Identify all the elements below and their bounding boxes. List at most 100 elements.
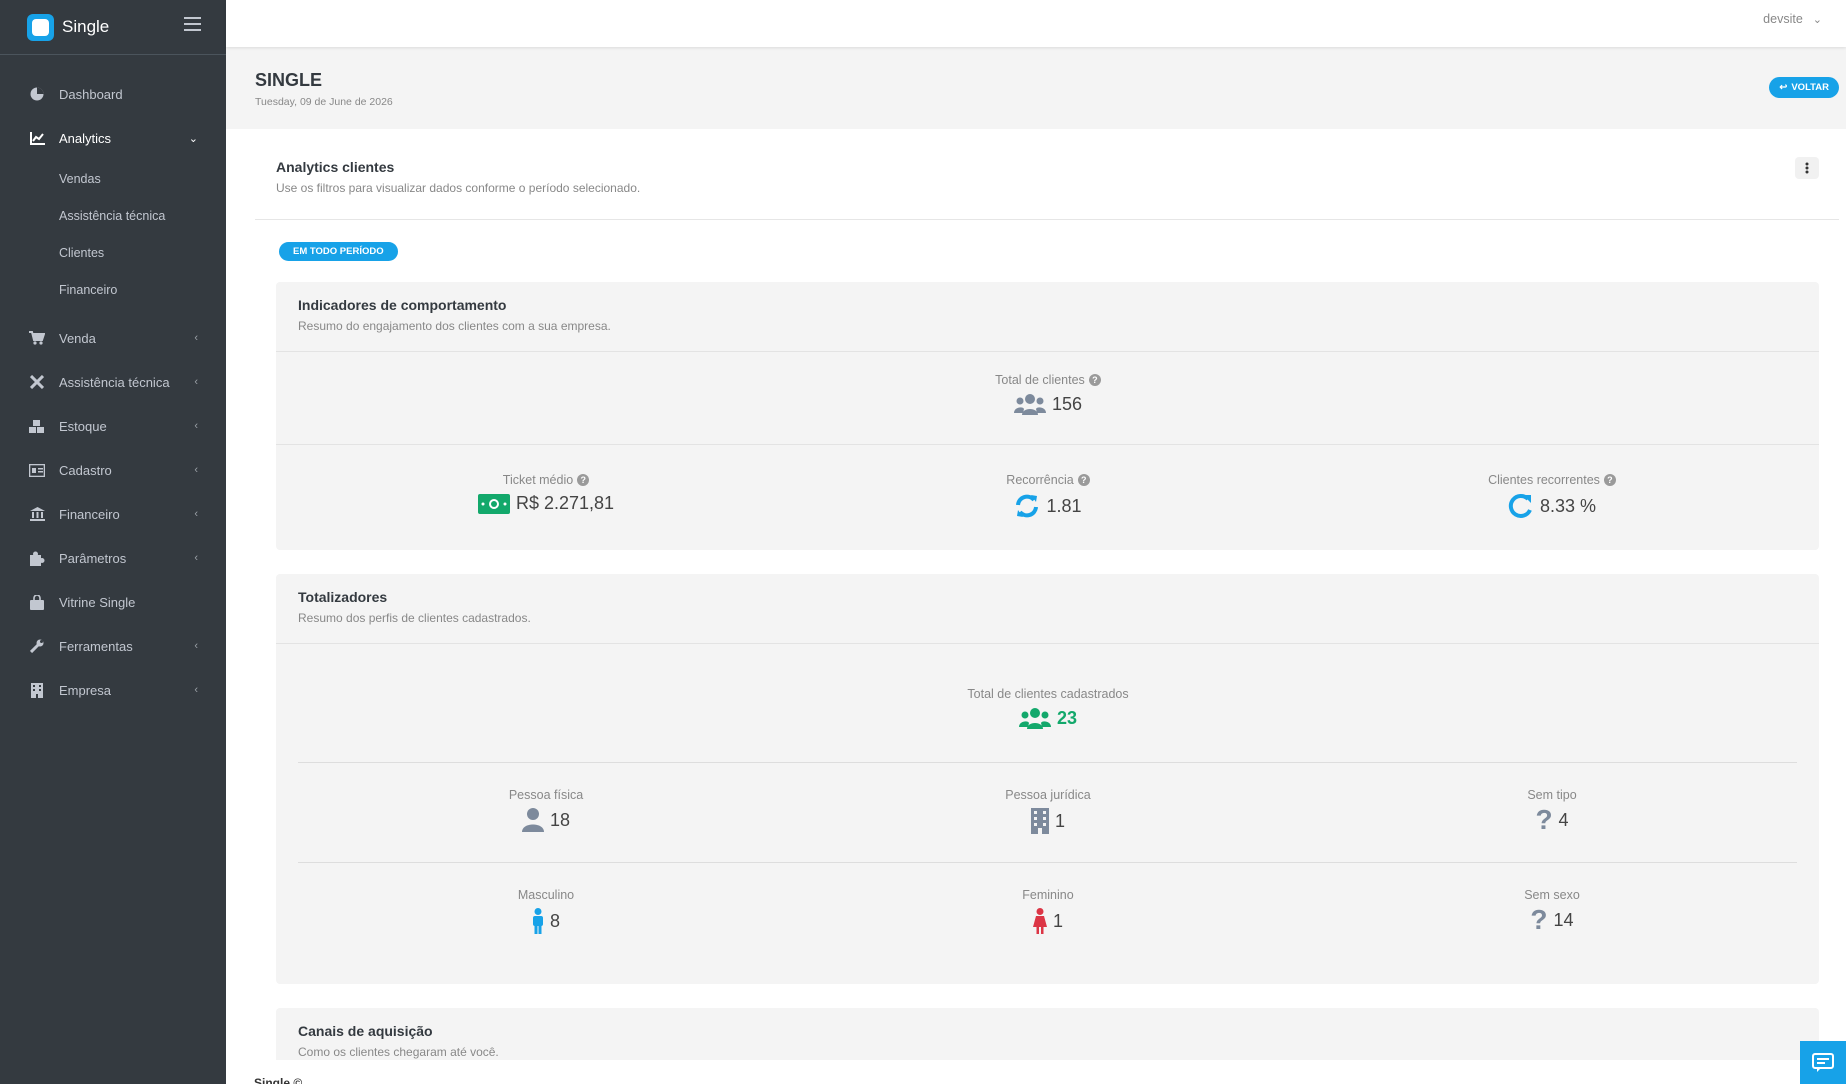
sync-icon [1016,494,1039,518]
sidebar-item-label: Ferramentas [59,638,133,654]
topbar: devsite ⌄ [226,0,1846,47]
user-icon [521,808,544,832]
question-icon: ? [1535,804,1553,835]
back-button[interactable]: ↩ VOLTAR [1769,77,1839,98]
stat-total-clientes: Total de clientes? 156 [868,373,1228,415]
stat-value: 23 [1056,707,1078,728]
return-arrow-icon: ↩ [1779,82,1788,93]
stat-value: 156 [1051,393,1083,414]
sidebar-item-empresa[interactable]: Empresa ‹ [0,668,226,712]
divider [276,643,1819,644]
sidebar-item-venda[interactable]: Venda ‹ [0,316,226,360]
divider [255,219,1839,220]
question-icon: ? [1530,904,1548,935]
chevron-down-icon: ⌄ [1812,13,1822,26]
sidebar-item-estoque[interactable]: Estoque ‹ [0,404,226,448]
divider [276,444,1819,445]
stat-label: Feminino [1022,888,1074,902]
female-icon [1032,908,1047,934]
boxes-icon [29,418,45,434]
sidebar-item-ferramentas[interactable]: Ferramentas ‹ [0,624,226,668]
analytics-card: Analytics clientes Use os filtros para v… [226,129,1846,1060]
section-subtitle: Como os clientes chegaram até você. [298,1045,499,1059]
sidebar-item-parametros[interactable]: Parâmetros ‹ [0,536,226,580]
back-button-label: VOLTAR [1791,82,1829,93]
channels-section: Canais de aquisição Como os clientes che… [276,1008,1819,1060]
hamburger-menu-icon[interactable] [184,17,201,31]
sidebar-item-financeiro[interactable]: Financeiro ‹ [0,492,226,536]
users-icon [1013,394,1046,415]
money-bill-icon [477,493,510,514]
divider [276,351,1819,352]
stat-label: Sem sexo [1524,888,1580,902]
user-menu[interactable]: devsite ⌄ [1763,12,1822,26]
male-icon [532,908,543,934]
help-icon[interactable]: ? [1603,474,1616,486]
sidebar-item-label: Analytics [59,130,112,146]
chevron-left-icon: ‹ [194,332,198,344]
stat-value: R$ 2.271,81 [515,493,615,513]
more-options-button[interactable] [1795,157,1819,179]
stat-masculino: Masculino 8 [366,888,726,934]
divider [298,762,1797,763]
stat-clientes-recorrentes: Clientes recorrentes? 8.33 % [1372,473,1732,519]
period-badge[interactable]: EM TODO PERÍODO [279,242,398,261]
sidebar-item-vitrine[interactable]: Vitrine Single [0,580,226,624]
help-icon[interactable]: ? [577,474,590,486]
stat-sem-sexo: Sem sexo ? 14 [1372,888,1732,935]
stat-sem-tipo: Sem tipo ? 4 [1372,788,1732,835]
sidebar-item-label: Cadastro [59,462,112,478]
chevron-left-icon: ‹ [194,420,198,432]
sidebar-subitem-financeiro[interactable]: Financeiro [0,271,226,308]
page-date: Tuesday, 09 de June de 2026 [255,96,393,108]
footer-text: Single © [254,1076,303,1084]
help-icon[interactable]: ? [1088,374,1101,386]
stat-ticket-medio: Ticket médio? R$ 2.271,81 [366,473,726,514]
stat-label: Masculino [517,888,575,902]
behavior-section: Indicadores de comportamento Resumo do e… [276,282,1819,550]
bank-icon [29,506,45,522]
chevron-left-icon: ‹ [194,552,198,564]
card-title: Analytics clientes [276,159,395,175]
building-icon [29,682,45,698]
stat-label: Pessoa física [508,788,584,802]
sidebar-item-label: Parâmetros [59,550,127,566]
section-subtitle: Resumo dos perfis de clientes cadastrado… [298,611,531,625]
cart-icon [29,330,45,346]
stat-value: 18 [549,809,571,830]
stat-recorrencia: Recorrência? 1.81 [868,473,1228,519]
page-title: SINGLE [255,70,323,90]
chat-button[interactable] [1800,1041,1846,1084]
chevron-left-icon: ‹ [194,464,198,476]
stat-value: 4 [1558,809,1569,830]
stat-value: 1 [1054,810,1065,831]
sidebar-item-dashboard[interactable]: Dashboard [0,72,226,116]
sidebar-subitem-vendas[interactable]: Vendas [0,160,226,197]
card-subtitle: Use os filtros para visualizar dados con… [276,181,641,195]
divider [298,862,1797,863]
chat-icon [1812,1052,1834,1072]
sidebar-item-label: Empresa [59,682,112,698]
sidebar-item-label: Assistência técnica [59,374,170,390]
sidebar-item-label: Estoque [59,418,107,434]
sidebar-item-analytics[interactable]: Analytics ⌄ [0,116,226,160]
shopping-bag-icon [29,594,45,610]
sidebar-subitem-clientes[interactable]: Clientes [0,234,226,271]
users-icon [1018,708,1051,729]
sidebar-item-assistencia[interactable]: Assistência técnica ‹ [0,360,226,404]
stat-label: Recorrência [1006,473,1074,487]
help-icon[interactable]: ? [1077,474,1090,486]
sidebar-item-label: Vitrine Single [59,594,136,610]
stat-total-cadastrados: Total de clientes cadastrados 23 [868,687,1228,729]
chevron-down-icon: ⌄ [188,133,198,145]
stat-pessoa-juridica: Pessoa jurídica 1 [868,788,1228,834]
sidebar-item-label: Dashboard [59,86,123,102]
redo-icon [1508,493,1532,518]
stat-feminino: Feminino 1 [868,888,1228,934]
sidebar-subitem-assistencia[interactable]: Assistência técnica [0,197,226,234]
stat-label: Ticket médio [502,473,574,487]
chevron-left-icon: ‹ [194,640,198,652]
user-name: devsite [1763,12,1803,26]
stat-pessoa-fisica: Pessoa física 18 [366,788,726,832]
sidebar-item-cadastro[interactable]: Cadastro ‹ [0,448,226,492]
